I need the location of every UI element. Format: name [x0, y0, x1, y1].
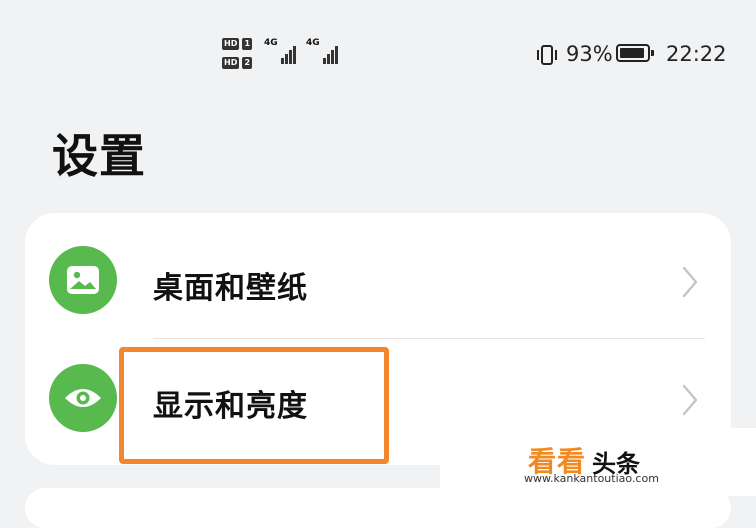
- clock: 22:22: [666, 42, 727, 66]
- watermark-url: www.kankantoutiao.com: [524, 472, 659, 485]
- chevron-right-icon: [682, 384, 698, 416]
- sim2-hd-badge: HD: [222, 57, 240, 69]
- eye-icon: [49, 364, 117, 432]
- highlight-box: [119, 347, 389, 464]
- watermark: 看看 头条 www.kankantoutiao.com: [440, 428, 756, 496]
- signal-strength-icon: 4G: [306, 38, 338, 64]
- status-bar: HD 1 HD 2 4G 4G 93% 22:22: [0, 30, 756, 78]
- vibrate-icon: [535, 44, 559, 70]
- sim1-number: 1: [242, 38, 253, 50]
- chevron-right-icon: [682, 266, 698, 298]
- battery-icon: [616, 44, 654, 62]
- network-type-label: 4G: [264, 38, 278, 48]
- wallpaper-image-icon: [49, 246, 117, 314]
- network-type-label: 4G: [306, 38, 320, 48]
- page-title: 设置: [52, 129, 146, 183]
- settings-item-wallpaper[interactable]: 桌面和壁纸: [25, 223, 731, 343]
- sim2-number: 2: [242, 57, 253, 69]
- divider: [153, 338, 705, 339]
- signal-strength-icon: 4G: [264, 38, 296, 64]
- settings-item-label: 桌面和壁纸: [153, 271, 308, 306]
- battery-percentage: 93%: [566, 42, 613, 66]
- sim1-hd-badge: HD: [222, 38, 240, 50]
- sim-indicators: HD 1 HD 2: [222, 36, 258, 74]
